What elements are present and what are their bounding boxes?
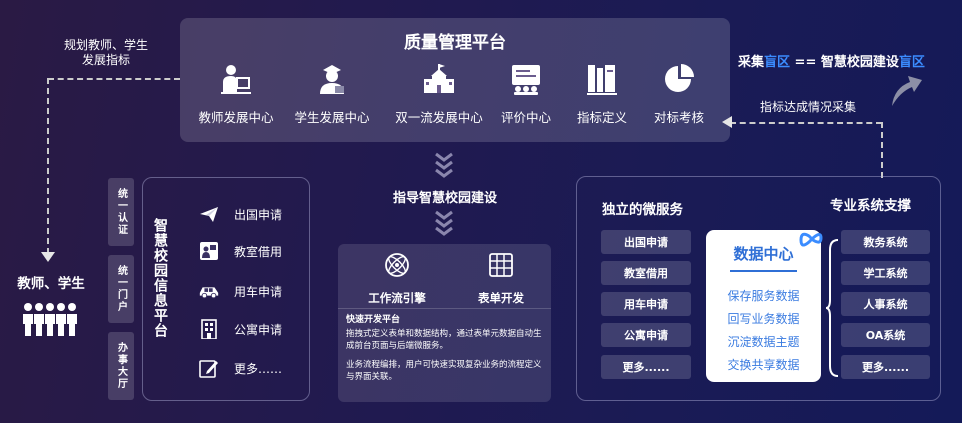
books-icon xyxy=(587,65,617,95)
workflow-engine[interactable]: 工作流引擎 xyxy=(352,252,442,306)
car-icon xyxy=(198,281,220,301)
left-connector-vertical xyxy=(47,78,49,254)
platform-item-benchmark[interactable]: 对标考核 xyxy=(646,62,712,126)
form-development-label: 表单开发 xyxy=(478,291,524,305)
pie-chart-icon xyxy=(665,64,694,92)
classroom-icon xyxy=(198,241,220,261)
bracket-connector xyxy=(826,239,839,377)
service-chip[interactable]: 教室借用 xyxy=(601,261,691,285)
platform-item-student[interactable]: 学生发展中心 xyxy=(292,62,372,126)
system-chip[interactable]: OA系统 xyxy=(841,323,930,347)
system-chip[interactable]: 人事系统 xyxy=(841,292,930,316)
platform-item-label: 双一流发展中心 xyxy=(395,110,483,125)
app-label: 用车申请 xyxy=(234,284,283,299)
tab-service-hall[interactable]: 办事大厅 xyxy=(108,332,134,400)
platform-item-teacher[interactable]: 教师发展中心 xyxy=(196,62,276,126)
platform-item-label: 对标考核 xyxy=(653,110,704,125)
data-center-item: 回写业务数据 xyxy=(727,312,800,326)
collect-prefix: 采集 xyxy=(738,55,765,70)
tab-unified-auth[interactable]: 统一认证 xyxy=(108,178,134,246)
chevrons-down-icon xyxy=(435,152,453,178)
data-center-item: 交换共享数据 xyxy=(727,358,800,372)
platform-item-double-first-class[interactable]: 双一流发展中心 xyxy=(388,62,490,126)
service-chip[interactable]: 公寓申请 xyxy=(601,323,691,347)
quality-platform-panel: 质量管理平台 教师发展中心 学生发展中心 双一流发展中心 评价中心 指标定义 对… xyxy=(180,18,730,142)
app-item-classroom[interactable]: 教室借用 xyxy=(198,241,282,261)
platform-item-evaluation[interactable]: 评价中心 xyxy=(498,62,554,126)
arrow-down-icon xyxy=(41,252,55,262)
indicator-collect-note: 指标达成情况采集 xyxy=(760,100,857,114)
dev-platform-heading: 快速开发平台 xyxy=(346,315,401,325)
app-label: 公寓申请 xyxy=(234,322,283,337)
app-item-car[interactable]: 用车申请 xyxy=(198,281,282,301)
smart-campus-title: 智慧校园信息平台 xyxy=(152,218,168,338)
apartment-icon xyxy=(198,319,220,339)
left-note-line1: 规划教师、学生 xyxy=(63,38,148,52)
systems-title: 专业系统支撑 xyxy=(830,198,911,214)
right-connector-vertical xyxy=(881,122,883,178)
divider xyxy=(338,308,551,309)
grid-table-icon xyxy=(489,253,513,277)
chevrons-down-icon-2 xyxy=(435,210,453,236)
app-item-more[interactable]: 更多…… xyxy=(198,358,282,378)
system-chip[interactable]: 学工系统 xyxy=(841,261,930,285)
right-connector-horizontal xyxy=(730,122,882,124)
data-center-underline xyxy=(730,270,797,272)
service-chip[interactable]: 更多...... xyxy=(601,355,691,379)
left-note: 规划教师、学生 发展指标 xyxy=(56,38,156,68)
airplane-icon xyxy=(198,204,220,224)
workflow-engine-icon xyxy=(385,253,409,277)
guide-title: 指导智慧校园建设 xyxy=(392,191,497,206)
workflow-engine-label: 工作流引擎 xyxy=(368,291,426,305)
app-label: 出国申请 xyxy=(234,207,283,222)
app-item-abroad[interactable]: 出国申请 xyxy=(198,204,282,224)
form-development[interactable]: 表单开发 xyxy=(456,252,546,306)
infinity-link-icon xyxy=(799,232,823,247)
app-label: 更多…… xyxy=(234,361,283,376)
quality-platform-title: 质量管理平台 xyxy=(404,33,506,53)
service-chip[interactable]: 用车申请 xyxy=(601,292,691,316)
teacher-icon xyxy=(221,65,251,94)
left-connector-horizontal xyxy=(48,78,180,80)
platform-item-label: 教师发展中心 xyxy=(198,110,274,125)
curved-up-arrow-icon xyxy=(892,76,922,106)
collect-blind-text: 盲区 xyxy=(764,55,791,70)
app-item-apartment[interactable]: 公寓申请 xyxy=(198,319,282,339)
dev-platform-para2: 业务流程编排，用户可快速实现复杂业务的流程定义与界面关联。 xyxy=(346,360,542,382)
platform-item-label: 指标定义 xyxy=(576,110,627,125)
left-note-line2: 发展指标 xyxy=(81,53,130,67)
data-center-item: 保存服务数据 xyxy=(727,289,800,303)
system-chip[interactable]: 教务系统 xyxy=(841,230,930,254)
people-label: 教师、学生 xyxy=(17,276,85,292)
platform-item-indicator-definition[interactable]: 指标定义 xyxy=(572,62,632,126)
tab-unified-portal[interactable]: 统一门户 xyxy=(108,255,134,323)
dev-platform-panel: 工作流引擎 表单开发 快速开发平台 拖拽式定义表单和数据结构，通过表单元数据自动… xyxy=(338,244,551,402)
app-label: 教室借用 xyxy=(234,244,283,259)
service-chip[interactable]: 出国申请 xyxy=(601,230,691,254)
people-group-icon xyxy=(23,303,77,336)
platform-item-label: 评价中心 xyxy=(500,110,551,125)
arrow-left-icon xyxy=(722,116,732,128)
edit-icon xyxy=(198,358,220,378)
platform-item-label: 学生发展中心 xyxy=(294,110,370,125)
school-building-icon xyxy=(424,64,454,93)
collect-equals: == xyxy=(790,55,821,70)
micro-services-title: 独立的微服务 xyxy=(602,202,683,218)
dev-platform-para1: 拖拽式定义表单和数据结构，通过表单元数据自动生成前台页面与后端微服务。 xyxy=(346,329,542,351)
evaluation-icon xyxy=(512,65,540,95)
data-center-card: 数据中心 保存服务数据 回写业务数据 沉淀数据主题 交换共享数据 xyxy=(706,230,821,382)
system-chip[interactable]: 更多...... xyxy=(841,355,930,379)
data-center-item: 沉淀数据主题 xyxy=(727,335,800,349)
student-icon xyxy=(320,65,344,94)
